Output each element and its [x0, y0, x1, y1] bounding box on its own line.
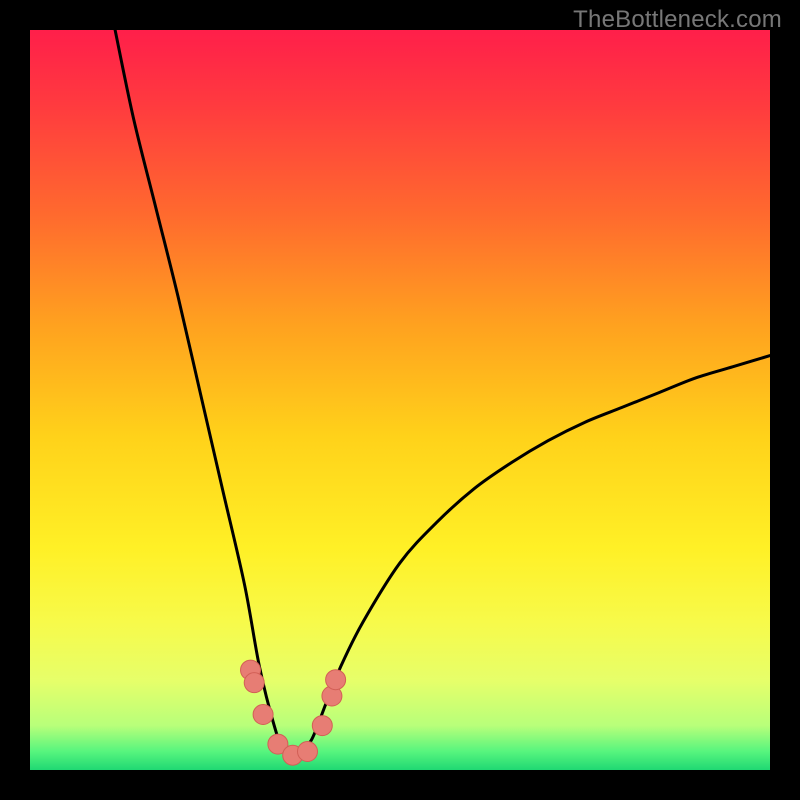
marker-point	[326, 670, 346, 690]
curve-layer	[30, 30, 770, 770]
bottleneck-curve	[115, 30, 770, 758]
marker-point	[298, 742, 318, 762]
marker-point	[312, 716, 332, 736]
plot-area	[30, 30, 770, 770]
chart-frame: TheBottleneck.com	[0, 0, 800, 800]
marker-point	[244, 673, 264, 693]
curve-markers	[241, 660, 346, 765]
watermark-text: TheBottleneck.com	[573, 6, 782, 34]
marker-point	[253, 705, 273, 725]
